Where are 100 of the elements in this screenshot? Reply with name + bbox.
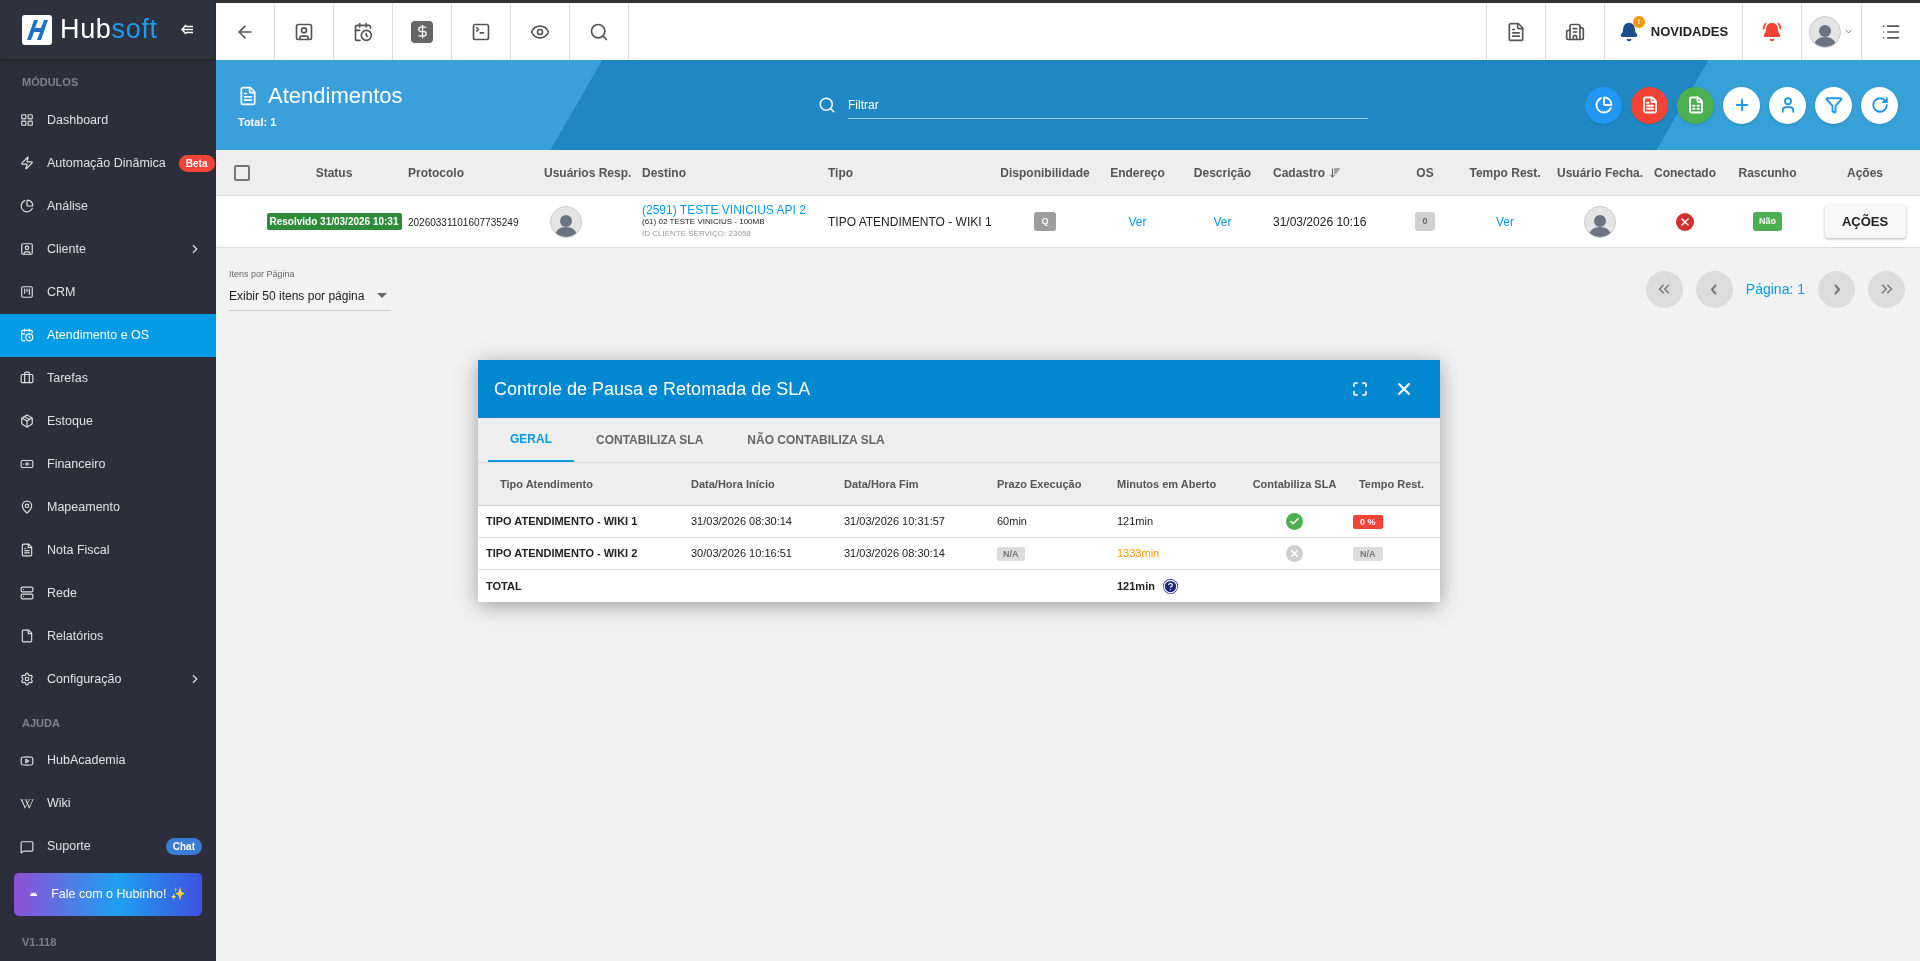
dialog-tab[interactable]: CONTABILIZA SLA bbox=[574, 418, 726, 462]
sidebar-item[interactable]: CRM bbox=[0, 270, 216, 314]
sidebar-item[interactable]: Financeiro bbox=[0, 442, 216, 486]
column-header: Data/Hora Início bbox=[691, 477, 775, 490]
sidebar-item[interactable]: Relatórios bbox=[0, 614, 216, 658]
column-header: Usuários Resp. bbox=[544, 164, 632, 182]
sidebar-item[interactable]: Análise bbox=[0, 184, 216, 228]
last-page-button[interactable] bbox=[1868, 270, 1905, 308]
refresh-button[interactable] bbox=[1861, 86, 1898, 124]
table-cell: TIPO ATENDIMENTO - WIKI 2 bbox=[486, 547, 638, 560]
avatar-icon bbox=[1809, 15, 1841, 48]
table-cell-text: (61) 02 TESTE VINICIUS - 100MB bbox=[642, 216, 766, 228]
sort-icon[interactable] bbox=[1329, 166, 1341, 179]
document-icon bbox=[20, 543, 34, 557]
add-button[interactable] bbox=[1723, 86, 1760, 124]
select-all-checkbox[interactable] bbox=[234, 164, 250, 181]
sidebar-item[interactable]: Nota Fiscal bbox=[0, 528, 216, 572]
status-tag: N/A bbox=[1353, 547, 1383, 562]
column-header: Disponibilidade bbox=[1000, 164, 1090, 182]
bolt-icon bbox=[20, 156, 34, 170]
help-icon[interactable] bbox=[1162, 578, 1178, 594]
sidebar-item[interactable]: Mapeamento bbox=[0, 485, 216, 529]
chart-button[interactable] bbox=[1585, 86, 1622, 124]
briefcase-icon bbox=[20, 371, 34, 385]
notification-badge: ! bbox=[1632, 15, 1645, 28]
filter-button[interactable] bbox=[1815, 86, 1852, 124]
logo-icon bbox=[22, 14, 52, 45]
map-pin-icon bbox=[20, 500, 34, 514]
table-cell: 31/03/2026 10:31:57 bbox=[844, 515, 945, 528]
sidebar-item[interactable]: Suporte Chat bbox=[0, 825, 216, 868]
table-cell: 31/03/2026 10:16 bbox=[1273, 214, 1367, 229]
collapse-icon[interactable] bbox=[181, 24, 194, 35]
column-header: Conectado bbox=[1654, 164, 1716, 182]
pdf-button[interactable] bbox=[1631, 86, 1668, 124]
column-header: Rascunho bbox=[1738, 164, 1797, 182]
filter-field[interactable]: Filtrar bbox=[848, 91, 1368, 119]
column-header: Tempo Rest. bbox=[1469, 164, 1541, 182]
status-badge: Resolvido 31/03/2026 10:31 bbox=[266, 213, 402, 230]
column-header: Ações bbox=[1847, 164, 1883, 182]
total-label: TOTAL bbox=[486, 579, 522, 592]
table-cell: 31/03/2026 08:30:14 bbox=[844, 547, 945, 560]
table-cell-text: ID CLIENTE SERVIÇO: 23058 bbox=[642, 227, 752, 240]
sidebar-item[interactable]: Rede bbox=[0, 571, 216, 615]
sidebar-item[interactable]: HubAcademia bbox=[0, 739, 216, 782]
column-header: Minutos em Aberto bbox=[1117, 477, 1217, 490]
chevron-left-icon bbox=[1711, 283, 1718, 295]
refresh-icon bbox=[1870, 96, 1889, 114]
sidebar-item[interactable]: Automação Dinâmica Beta bbox=[0, 141, 216, 185]
sidebar-label: Relatórios bbox=[47, 627, 104, 645]
sidebar-label: HubAcademia bbox=[47, 752, 126, 770]
os-count: 0 bbox=[1415, 211, 1435, 232]
avatar-icon bbox=[550, 205, 582, 238]
chat-icon bbox=[20, 839, 34, 854]
bell-icon bbox=[1618, 21, 1639, 42]
sidebar-label: Atendimento e OS bbox=[47, 326, 150, 344]
column-header: OS bbox=[1416, 164, 1434, 182]
contact-card-icon bbox=[20, 242, 34, 256]
total-count: Total: 1 bbox=[238, 115, 278, 131]
sidebar-label: Suporte bbox=[47, 838, 91, 856]
column-header: Tempo Rest. bbox=[1358, 477, 1425, 490]
sidebar-item[interactable]: Wiki bbox=[0, 782, 216, 825]
file-icon bbox=[20, 629, 34, 643]
search-icon bbox=[589, 21, 609, 42]
spreadsheet-button[interactable] bbox=[1677, 86, 1714, 124]
user-button[interactable] bbox=[1769, 86, 1806, 124]
first-page-button[interactable] bbox=[1645, 270, 1683, 308]
box-icon bbox=[20, 414, 34, 428]
sidebar-item[interactable]: Tarefas bbox=[0, 356, 216, 400]
sidebar-item[interactable]: Dashboard bbox=[0, 98, 216, 142]
per-page-select[interactable]: Exibir 50 itens por página bbox=[229, 281, 391, 311]
draft-tag: Não bbox=[1753, 211, 1782, 232]
column-header: Usuário Fecha. bbox=[1557, 164, 1643, 182]
wiki-icon bbox=[20, 796, 34, 811]
calendar-clock-icon bbox=[353, 21, 373, 42]
page-title: Atendimentos bbox=[268, 82, 403, 111]
column-header: Tipo bbox=[828, 164, 854, 182]
sidebar-item[interactable]: Estoque bbox=[0, 399, 216, 443]
sidebar-badge: Beta bbox=[178, 154, 215, 172]
sidebar-label: Nota Fiscal bbox=[47, 541, 110, 559]
sidebar-label: Rede bbox=[47, 584, 77, 602]
avatar-icon bbox=[1584, 205, 1616, 238]
sidebar-item[interactable]: Configuração bbox=[0, 657, 216, 701]
calendar-clock-icon bbox=[20, 328, 34, 342]
sidebar-label: Estoque bbox=[47, 412, 93, 430]
table-cell: TIPO ATENDIMENTO - WIKI 1 bbox=[828, 214, 992, 229]
table-cell: 1333min bbox=[1117, 547, 1160, 560]
chevron-right-icon bbox=[1833, 283, 1840, 295]
table-cell: 121min bbox=[1117, 515, 1154, 528]
table-cell: TIPO ATENDIMENTO - WIKI 1 bbox=[486, 515, 638, 528]
column-header: Status bbox=[315, 164, 353, 182]
sidebar-item[interactable]: Cliente bbox=[0, 227, 216, 271]
column-header: Destino bbox=[642, 164, 686, 182]
dialog-tab[interactable]: NÃO CONTABILIZA SLA bbox=[725, 418, 907, 462]
fullscreen-icon[interactable] bbox=[1352, 381, 1368, 397]
actions-button[interactable]: AÇÕES bbox=[1824, 205, 1906, 238]
sidebar-label: Financeiro bbox=[47, 455, 106, 473]
pdf-icon bbox=[1506, 21, 1526, 42]
table-cell: 20260331101607735249 bbox=[408, 216, 519, 228]
sidebar-badge: Chat bbox=[165, 838, 202, 855]
availability-tag: Q bbox=[1034, 211, 1056, 232]
